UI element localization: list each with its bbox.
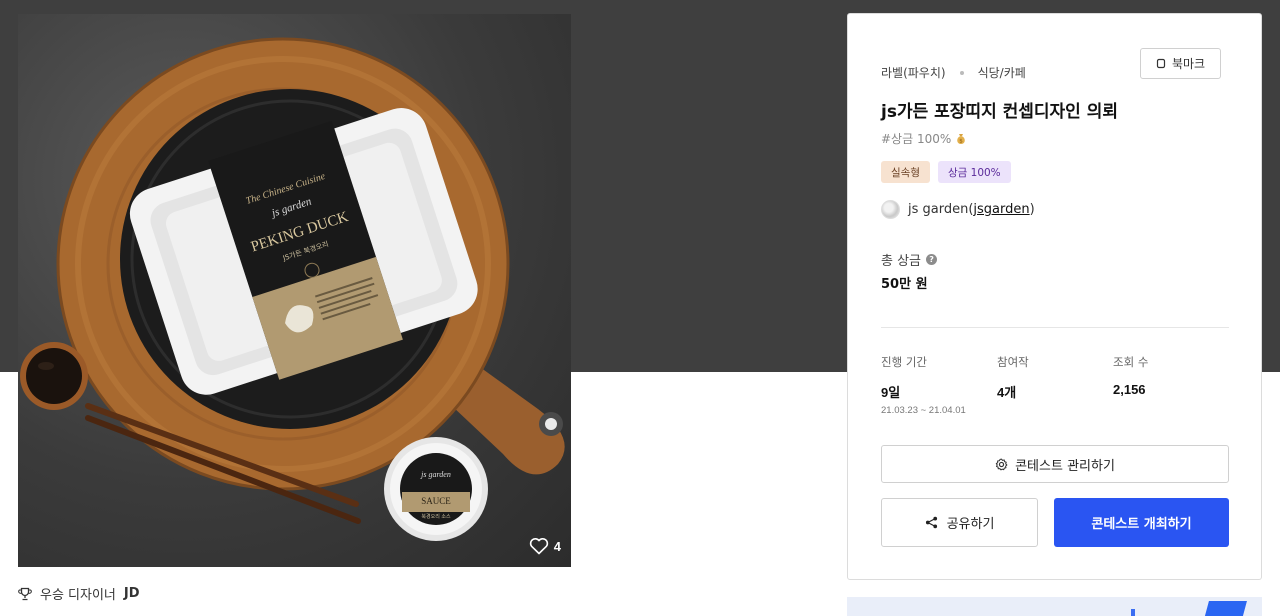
avatar [881,200,900,219]
entries-label: 참여작 [997,355,1029,369]
share-icon [925,516,937,529]
banner-accent-bar [1131,609,1135,616]
contest-owner[interactable]: js garden (jsgarden) [881,200,1035,219]
stat-period: 진행 기간 9일 21.03.23 ~ 21.04.01 [881,354,966,416]
tag-list: 실속형 상금 100% [881,161,1011,183]
owner-name: js garden [908,202,969,217]
winner-name: JD [123,586,140,601]
category-label[interactable]: 라벨(파우치) [881,64,946,81]
hashtag-text[interactable]: #상금 100% [881,130,951,147]
bookmark-icon [1156,58,1166,69]
category-breadcrumb: 라벨(파우치) 식당/카페 [881,64,1026,81]
product-image[interactable]: The Chinese Cuisine js garden PEKING DUC… [18,14,571,567]
period-range: 21.03.23 ~ 21.04.01 [881,405,966,416]
product-illustration: The Chinese Cuisine js garden PEKING DUC… [20,37,565,541]
sauce-bowl [20,342,88,410]
sauce-label: SAUCE [421,496,451,506]
prize-label-text: 총 상금 [881,254,922,269]
sauce-sub: 북경오리 소스 [421,513,451,520]
separator-dot [959,70,964,75]
manage-contest-label: 콘테스트 관리하기 [1015,458,1115,474]
prize-value: 50만 원 [881,277,928,292]
heart-icon [529,538,548,555]
promo-banner[interactable] [847,597,1262,616]
like-count: 4 [553,538,561,554]
subcategory-label[interactable]: 식당/카페 [978,64,1026,81]
contest-title: js가든 포장띠지 컨셉디자인 의뢰 [881,102,1119,122]
contest-info-card: 라벨(파우치) 식당/카페 북마크 js가든 포장띠지 컨셉디자인 의뢰 #상금… [847,13,1262,580]
sauce-container: js garden SAUCE 북경오리 소스 [384,437,488,541]
share-label: 공유하기 [946,517,995,532]
hashtag: #상금 100% $ [881,130,967,147]
banner-graphic [1203,601,1247,616]
help-icon[interactable]: ? [926,254,938,265]
divider [881,327,1229,328]
winner-designer: 우승 디자이너 JD [18,584,140,603]
like-button[interactable]: 4 [529,537,561,555]
bookmark-label: 북마크 [1171,57,1206,71]
views-value: 2,156 [1113,382,1146,397]
views-label: 조회 수 [1113,355,1149,369]
tag-prize-rate: 상금 100% [937,161,1011,183]
host-contest-button[interactable]: 콘테스트 개최하기 [1054,498,1229,547]
owner-handle[interactable]: jsgarden [973,202,1029,217]
bookmark-button[interactable]: 북마크 [1140,48,1221,79]
period-value: 9일 [881,385,901,400]
sauce-brand: js garden [420,470,451,479]
winner-label: 우승 디자이너 [40,588,116,603]
share-button[interactable]: 공유하기 [881,498,1038,547]
entries-value: 4개 [997,385,1017,400]
gear-icon [995,458,1008,470]
money-bag-icon: $ [957,134,966,145]
period-label: 진행 기간 [881,355,927,369]
svg-text:$: $ [960,139,964,145]
manage-contest-button[interactable]: 콘테스트 관리하기 [881,445,1229,483]
trophy-icon [18,587,32,600]
stat-views: 조회 수 2,156 [1113,354,1148,397]
tag-budget-type: 실속형 [881,161,930,183]
prize-label: 총 상금 ? [881,250,938,269]
stat-entries: 참여작 4개 [997,354,1029,401]
